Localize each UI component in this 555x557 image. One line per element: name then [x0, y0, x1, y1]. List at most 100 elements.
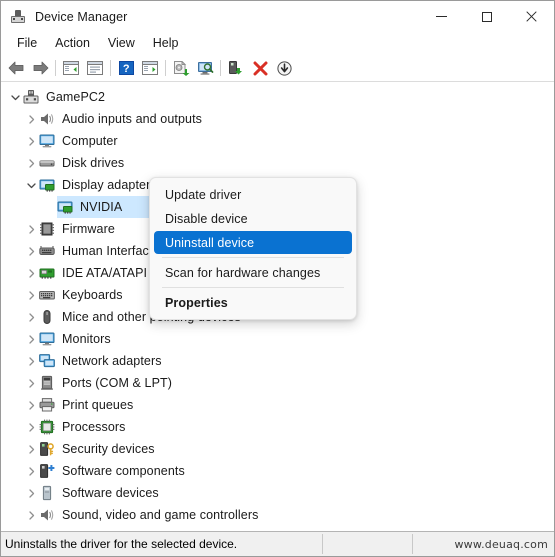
- close-button[interactable]: [509, 1, 554, 32]
- context-menu-item-update-driver[interactable]: Update driver: [154, 183, 352, 206]
- chevron-right-icon[interactable]: [23, 510, 39, 520]
- storage-controller-icon: [39, 529, 55, 531]
- tree-item-label: Processors: [62, 420, 126, 434]
- show-pane-button[interactable]: [138, 57, 162, 79]
- chevron-right-icon[interactable]: [23, 246, 39, 256]
- chevron-right-icon[interactable]: [23, 334, 39, 344]
- maximize-button[interactable]: [464, 1, 509, 32]
- tree-row-processors[interactable]: Processors: [1, 416, 554, 438]
- mouse-icon: [39, 309, 55, 325]
- toolbar-separator-4: [220, 60, 221, 76]
- toolbar-separator-3: [165, 60, 166, 76]
- show-hide-console-tree-button[interactable]: [59, 57, 83, 79]
- enable-device-icon: [229, 60, 242, 74]
- chevron-right-icon[interactable]: [23, 400, 39, 410]
- context-menu[interactable]: Update driver Disable device Uninstall dev…: [149, 177, 357, 320]
- tree-row-software-devices[interactable]: Software devices: [1, 482, 554, 504]
- tree-row-ports-com-lpt[interactable]: Ports (COM & LPT): [1, 372, 554, 394]
- tree-row-sound-video-and-game-controllers[interactable]: Sound, video and game controllers: [1, 504, 554, 526]
- tree-row-root[interactable]: GamePC2: [1, 86, 554, 108]
- software-component-icon: [39, 463, 55, 479]
- svg-text:?: ?: [122, 63, 129, 75]
- display-adapter-icon: [57, 199, 73, 215]
- monitor-icon: [39, 133, 55, 149]
- tree-row-monitors[interactable]: Monitors: [1, 328, 554, 350]
- uninstall-device-button[interactable]: [248, 57, 272, 79]
- hid-icon: [39, 243, 55, 259]
- status-divider-2: [412, 534, 413, 554]
- title-bar: Device Manager: [1, 1, 554, 32]
- context-menu-item-properties[interactable]: Properties: [154, 291, 352, 314]
- tree-item-label: Computer: [62, 134, 118, 148]
- status-divider-1: [322, 534, 323, 554]
- status-bar: Uninstalls the driver for the selected d…: [1, 531, 554, 556]
- back-arrow-icon: [8, 61, 23, 75]
- properties-button[interactable]: [83, 57, 107, 79]
- update-driver-icon: [173, 60, 189, 76]
- update-driver-button[interactable]: [169, 57, 193, 79]
- computer-root-icon: [23, 89, 39, 105]
- disk-drive-icon: [39, 155, 55, 171]
- toolbar: ?: [1, 55, 554, 82]
- maximize-icon: [481, 11, 492, 22]
- scan-monitor-icon: [197, 61, 213, 75]
- scan-hardware-changes-button[interactable]: [193, 57, 217, 79]
- context-menu-item-scan-for-hardware-changes[interactable]: Scan for hardware changes: [154, 261, 352, 284]
- chevron-right-icon[interactable]: [23, 224, 39, 234]
- tree-row-audio-inputs-and-outputs[interactable]: Audio inputs and outputs: [1, 108, 554, 130]
- tree-item-label: Print queues: [62, 398, 134, 412]
- enable-device-button[interactable]: [224, 57, 248, 79]
- menu-help[interactable]: Help: [144, 34, 188, 53]
- back-button[interactable]: [4, 57, 28, 79]
- chevron-right-icon[interactable]: [23, 422, 39, 432]
- forward-button[interactable]: [28, 57, 52, 79]
- chevron-down-icon[interactable]: [23, 181, 39, 190]
- processor-icon: [39, 419, 55, 435]
- tree-row-print-queues[interactable]: Print queues: [1, 394, 554, 416]
- tree-item-label: NVIDIA: [80, 200, 123, 214]
- tree-row-security-devices[interactable]: Security devices: [1, 438, 554, 460]
- context-menu-item-disable-device[interactable]: Disable device: [154, 207, 352, 230]
- chevron-right-icon[interactable]: [23, 488, 39, 498]
- chevron-right-icon[interactable]: [23, 444, 39, 454]
- device-manager-window: Device Manager File Action View Help ? G…: [0, 0, 555, 557]
- tree-item-label: Software components: [62, 464, 185, 478]
- keyboard-icon: [39, 287, 55, 303]
- menu-file[interactable]: File: [8, 34, 46, 53]
- tree-item-label: Ports (COM & LPT): [62, 376, 173, 390]
- menu-bar: File Action View Help: [1, 32, 554, 55]
- speaker-icon: [39, 111, 55, 127]
- tree-row-computer[interactable]: Computer: [1, 130, 554, 152]
- minimize-icon: [436, 16, 447, 17]
- chevron-right-icon[interactable]: [23, 290, 39, 300]
- menu-view[interactable]: View: [99, 34, 144, 53]
- tree-item-label: Display adapters: [62, 178, 157, 192]
- tree-item-label: Network adapters: [62, 354, 162, 368]
- help-button[interactable]: ?: [114, 57, 138, 79]
- minimize-button[interactable]: [419, 1, 464, 32]
- tree-row-software-components[interactable]: Software components: [1, 460, 554, 482]
- red-x-icon: [253, 61, 267, 75]
- context-menu-separator: [162, 287, 344, 288]
- disable-device-button[interactable]: [272, 57, 296, 79]
- tree-item-label: Disk drives: [62, 156, 125, 170]
- chevron-down-icon[interactable]: [7, 93, 23, 102]
- context-menu-item-uninstall-device[interactable]: Uninstall device: [154, 231, 352, 254]
- chevron-right-icon[interactable]: [23, 114, 39, 124]
- close-icon: [526, 11, 537, 22]
- status-text: Uninstalls the driver for the selected d…: [5, 537, 238, 551]
- watermark-text: www.deuaq.com: [454, 537, 548, 551]
- window-controls: [419, 1, 554, 32]
- chevron-right-icon[interactable]: [23, 158, 39, 168]
- tree-row-disk-drives[interactable]: Disk drives: [1, 152, 554, 174]
- chevron-right-icon[interactable]: [23, 466, 39, 476]
- chevron-right-icon[interactable]: [23, 312, 39, 322]
- tree-row-network-adapters[interactable]: Network adapters: [1, 350, 554, 372]
- tree-item-label: Security devices: [62, 442, 155, 456]
- chevron-right-icon[interactable]: [23, 268, 39, 278]
- tree-item-label: Monitors: [62, 332, 111, 346]
- menu-action[interactable]: Action: [46, 34, 99, 53]
- chevron-right-icon[interactable]: [23, 356, 39, 366]
- chevron-right-icon[interactable]: [23, 378, 39, 388]
- chevron-right-icon[interactable]: [23, 136, 39, 146]
